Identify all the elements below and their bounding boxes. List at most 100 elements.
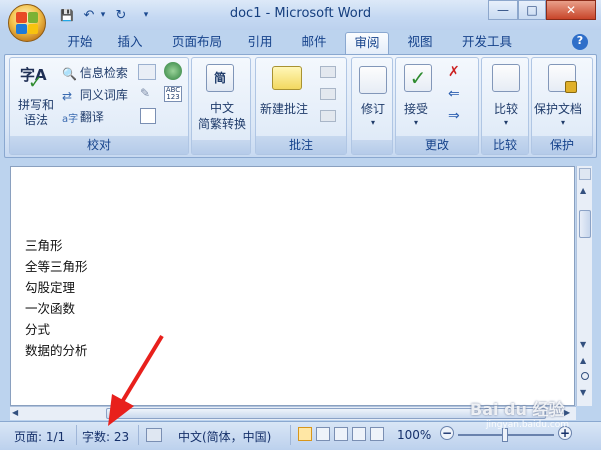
document-line[interactable]: 一次函数 (25, 298, 75, 317)
document-line[interactable]: 数据的分析 (25, 340, 88, 359)
new-document-icon[interactable] (140, 108, 156, 124)
page-indicator[interactable]: 页面: 1/1 (14, 428, 65, 445)
chinese-conversion-label-2: 简繁转换 (197, 117, 246, 131)
red-arrow-annotation (108, 334, 164, 426)
close-button[interactable]: ✕ (546, 0, 596, 20)
tab-page-layout[interactable]: 页面布局 (166, 32, 228, 54)
translate-label: 翻译 (79, 110, 104, 124)
tab-references[interactable]: 引用 (238, 32, 282, 54)
status-divider (76, 425, 77, 445)
document-line[interactable]: 勾股定理 (25, 277, 75, 296)
group-label-proofing: 校对 (10, 136, 188, 154)
maximize-icon: □ (526, 3, 538, 17)
undo-button[interactable]: ↶ (80, 6, 98, 24)
arrow-shaft (120, 334, 164, 404)
scroll-up-icon[interactable]: ▲ (580, 186, 586, 195)
proofing-status-icon[interactable] (146, 428, 162, 442)
outline-view-icon[interactable] (352, 427, 366, 441)
translate-icon: a字 (62, 114, 79, 125)
minimize-button[interactable]: — (488, 0, 518, 20)
group-chinese-conversion: 简 中文 简繁转换 (191, 57, 251, 155)
chinese-conversion-button[interactable]: 中文 简繁转换 (192, 100, 252, 132)
document-line[interactable]: 分式 (25, 319, 50, 338)
scroll-right-icon[interactable]: ▶ (564, 408, 570, 417)
chevron-down-icon[interactable]: ▾ (352, 118, 394, 127)
document-line[interactable]: 全等三角形 (25, 256, 88, 275)
group-proofing: 字A ✓ 拼写和 语法 🔍 信息检索 ⇄ 同义词库 a字 翻译 ✎ ABC 123 … (9, 57, 189, 155)
save-button[interactable]: 💾 (58, 6, 76, 24)
group-compare: 比较 ▾ 比较 (481, 57, 529, 155)
spell-check-icon: 字A ✓ (20, 66, 47, 93)
print-layout-icon[interactable] (298, 427, 312, 441)
tab-insert[interactable]: 插入 (108, 32, 152, 54)
tab-review[interactable]: 审阅 (345, 32, 389, 54)
scroll-left-icon[interactable]: ◀ (12, 408, 18, 417)
document-page[interactable]: 三角形 全等三角形 勾股定理 一次函数 分式 数据的分析 (10, 166, 575, 406)
accept-button[interactable]: 接受 (404, 100, 428, 117)
spelling-label-2: 语法 (23, 113, 48, 127)
next-change-icon[interactable]: ⇒ (448, 108, 460, 124)
new-comment-button[interactable]: 新建批注 (260, 100, 308, 117)
previous-comment-icon (320, 88, 336, 100)
track-changes-icon (359, 66, 387, 94)
undo-dropdown[interactable]: ▾ (98, 6, 108, 24)
tab-developer[interactable]: 开发工具 (452, 32, 522, 54)
tab-mailings[interactable]: 邮件 (292, 32, 336, 54)
group-label-protect: 保护 (532, 136, 592, 154)
set-language-icon[interactable]: ✎ (140, 86, 154, 102)
lock-icon (565, 81, 577, 93)
web-layout-icon[interactable] (334, 427, 348, 441)
redo-button[interactable]: ↻ (112, 6, 130, 24)
maximize-button[interactable]: □ (518, 0, 546, 20)
screentip-language-button[interactable] (138, 64, 156, 80)
help-icon[interactable]: ? (572, 34, 588, 50)
previous-page-icon[interactable]: ▲ (580, 356, 586, 365)
protect-document-button[interactable]: 保护文档 (534, 100, 582, 117)
office-logo-icon (16, 12, 38, 34)
vertical-scrollbar[interactable]: ▲ ▼ ▲ ▼ (576, 166, 592, 406)
delete-comment-icon (320, 66, 336, 78)
chevron-down-icon[interactable]: ▾ (532, 118, 594, 127)
previous-change-icon[interactable]: ⇐ (448, 86, 460, 102)
group-label-comments: 批注 (256, 136, 346, 154)
thesaurus-label: 同义词库 (79, 88, 128, 102)
zoom-out-button[interactable]: − (440, 426, 454, 440)
word-count-globe-icon[interactable] (164, 62, 182, 80)
draft-view-icon[interactable] (370, 427, 384, 441)
tab-view[interactable]: 视图 (398, 32, 442, 54)
chevron-down-icon: ▾ (143, 10, 149, 20)
reject-icon[interactable]: ✗ (448, 64, 460, 80)
close-icon: ✕ (565, 3, 577, 17)
group-label-chinese (192, 140, 250, 154)
next-comment-icon (320, 110, 336, 122)
thesaurus-button[interactable]: ⇄ 同义词库 (62, 86, 128, 103)
track-changes-button[interactable]: 修订 (352, 100, 394, 117)
office-button[interactable] (8, 4, 46, 42)
zoom-level[interactable]: 100% (397, 428, 431, 442)
chevron-down-icon[interactable]: ▾ (414, 118, 418, 127)
select-browse-object-icon[interactable] (581, 372, 589, 380)
ribbon-tabs: 开始 插入 页面布局 引用 邮件 审阅 视图 开发工具 ? (0, 30, 601, 54)
spelling-label-1: 拼写和 (17, 98, 54, 112)
zoom-slider-thumb[interactable] (502, 428, 508, 442)
full-screen-reading-icon[interactable] (316, 427, 330, 441)
research-button[interactable]: 🔍 信息检索 (62, 64, 128, 81)
language-indicator[interactable]: 中文(简体，中国) (178, 428, 271, 445)
watermark-brand: Bai du 经验 (470, 400, 565, 419)
spelling-grammar-button[interactable]: 字A ✓ 拼写和 语法 (14, 60, 58, 136)
compare-button[interactable]: 比较 (482, 100, 530, 117)
scroll-down-icon[interactable]: ▼ (580, 340, 586, 349)
next-page-icon[interactable]: ▼ (580, 388, 586, 397)
word-count[interactable]: 字数: 23 (82, 428, 129, 445)
translate-button[interactable]: a字 翻译 (62, 108, 104, 125)
save-icon: 💾 (60, 8, 74, 22)
chevron-down-icon[interactable]: ▾ (482, 118, 530, 127)
qat-customize[interactable]: ▾ (140, 6, 152, 24)
tab-home[interactable]: 开始 (58, 32, 102, 54)
thesaurus-icon: ⇄ (62, 88, 73, 103)
status-divider (290, 425, 291, 445)
word-count-icon[interactable]: ABC 123 (164, 86, 182, 102)
view-ruler-icon[interactable] (579, 168, 591, 180)
scroll-thumb[interactable] (579, 210, 591, 238)
document-line[interactable]: 三角形 (25, 235, 63, 254)
